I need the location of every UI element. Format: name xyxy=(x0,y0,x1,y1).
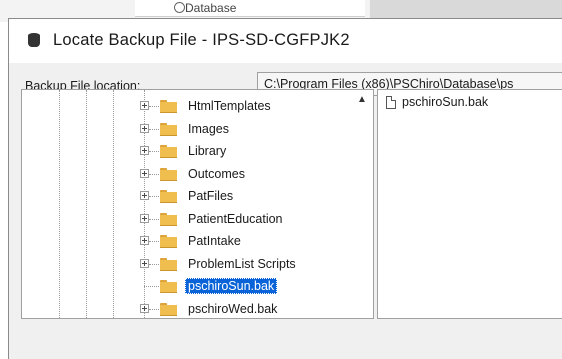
database-radio-label: Database xyxy=(185,1,237,15)
tree-item-label: pschiroWed.bak xyxy=(188,301,278,316)
tree-connector xyxy=(144,286,159,287)
tree-connector xyxy=(149,106,159,107)
expand-plus-icon[interactable] xyxy=(140,258,149,268)
tree-item-label: PatientEducation xyxy=(188,211,283,226)
tree-connector xyxy=(149,263,159,265)
expand-plus-icon[interactable] xyxy=(140,168,149,178)
tree-item[interactable]: pschiroSun.bak xyxy=(22,276,352,298)
folder-icon xyxy=(160,122,177,136)
scroll-up-arrow[interactable]: ▲ xyxy=(355,94,369,106)
tree-item[interactable]: PatientEducation xyxy=(22,209,352,231)
expand-plus-icon[interactable] xyxy=(140,101,149,110)
title-bar[interactable]: Locate Backup File - IPS-SD-CGFPJK2 xyxy=(9,19,562,63)
tree-item-label: PatIntake xyxy=(188,234,241,248)
tree-item[interactable]: PatFiles xyxy=(22,186,352,208)
tree-item[interactable]: HtmlTemplates xyxy=(22,96,352,118)
tree-connector xyxy=(149,241,159,242)
folder-icon xyxy=(160,212,177,226)
expand-plus-icon[interactable] xyxy=(140,213,149,223)
folder-tree[interactable]: ▲ HtmlTemplates Images Library Outcomes PatF… xyxy=(21,89,374,319)
tree-item-label: Images xyxy=(188,121,229,136)
tree-item-label: Library xyxy=(188,144,227,158)
expand-plus-icon[interactable] xyxy=(140,303,149,313)
database-radio[interactable] xyxy=(174,2,185,13)
tree-item-label: Outcomes xyxy=(188,166,245,181)
tree-connector xyxy=(149,308,159,310)
folder-icon xyxy=(160,257,177,271)
tree-connector xyxy=(149,218,159,220)
tree-item[interactable]: Images xyxy=(22,119,352,141)
expand-plus-icon[interactable] xyxy=(140,146,149,155)
tree-connector xyxy=(149,151,159,152)
file-list-item[interactable]: pschiroSun.bak xyxy=(386,94,562,114)
folder-icon xyxy=(160,100,177,113)
background-panel xyxy=(135,0,365,17)
background-scrollbar xyxy=(370,0,562,18)
tree-item-label: PatFiles xyxy=(188,189,234,203)
tree-item[interactable]: pschiroWed.bak xyxy=(22,299,352,319)
folder-icon xyxy=(160,302,177,316)
locate-backup-dialog: Locate Backup File - IPS-SD-CGFPJK2 Back… xyxy=(8,18,562,359)
folder-icon xyxy=(160,167,177,181)
tree-item[interactable]: Library xyxy=(22,141,352,163)
dialog-title: Locate Backup File - IPS-SD-CGFPJK2 xyxy=(53,31,350,49)
folder-icon xyxy=(160,190,177,203)
folder-icon xyxy=(160,280,177,293)
file-item-label: pschiroSun.bak xyxy=(402,95,489,109)
tree-item[interactable]: PatIntake xyxy=(22,231,352,253)
tree-connector xyxy=(149,128,159,130)
tree-item-label: HtmlTemplates xyxy=(188,99,271,113)
file-list[interactable]: pschiroSun.bak xyxy=(377,89,562,319)
database-icon xyxy=(28,33,40,48)
tree-connector xyxy=(149,196,159,197)
tree-item[interactable]: ProblemList Scripts xyxy=(22,254,352,276)
tree-item-label: ProblemList Scripts xyxy=(188,256,296,271)
folder-icon xyxy=(160,145,177,158)
folder-icon xyxy=(160,235,177,248)
tree-item[interactable]: Outcomes xyxy=(22,164,352,186)
expand-plus-icon[interactable] xyxy=(140,191,149,200)
tree-connector xyxy=(149,173,159,175)
tree-item-label: pschiroSun.bak xyxy=(185,278,278,294)
file-icon xyxy=(386,96,396,109)
expand-plus-icon[interactable] xyxy=(140,236,149,245)
expand-plus-icon[interactable] xyxy=(140,123,149,133)
